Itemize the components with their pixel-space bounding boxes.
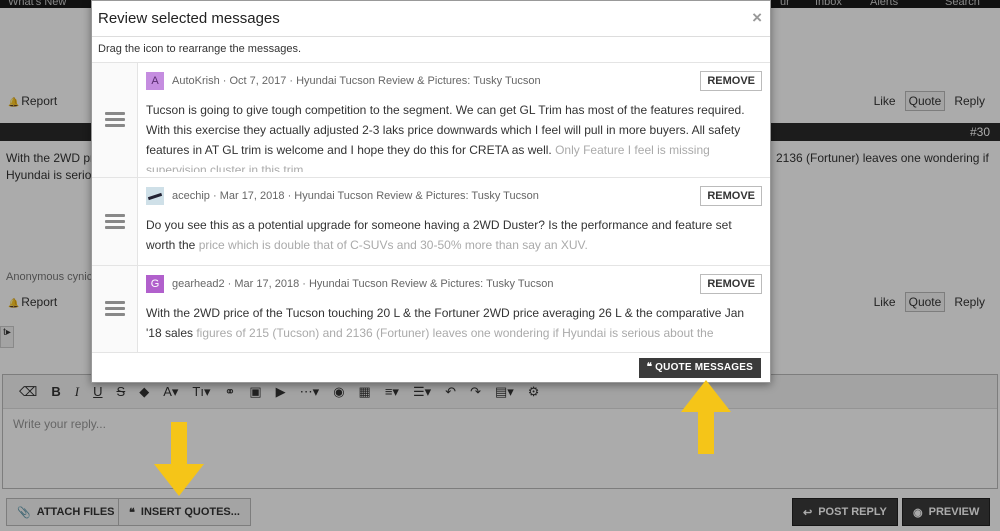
message-body: With the 2WD price of the Tucson touchin…: [146, 303, 758, 347]
message-body: Do you see this as a potential upgrade f…: [146, 215, 758, 259]
down-arrow-icon: [154, 422, 204, 496]
message-meta: acechip · Mar 17, 2018 · Hyundai Tucson …: [146, 186, 539, 206]
modal-header: Review selected messages ×: [92, 1, 770, 37]
remove-button[interactable]: REMOVE: [700, 186, 762, 206]
avatar[interactable]: A: [146, 72, 164, 90]
remove-button[interactable]: REMOVE: [700, 71, 762, 91]
drag-handle-icon: [105, 301, 125, 317]
drag-handle-icon: [105, 112, 125, 128]
message-meta: A AutoKrish · Oct 7, 2017 · Hyundai Tucs…: [146, 71, 541, 91]
modal-hint: Drag the icon to rearrange the messages.: [92, 37, 770, 63]
quote-messages-button[interactable]: ❝ QUOTE MESSAGES: [638, 358, 761, 378]
message-meta-text[interactable]: AutoKrish · Oct 7, 2017 · Hyundai Tucson…: [172, 75, 541, 87]
modal-footer: ❝ QUOTE MESSAGES: [92, 353, 770, 383]
message-meta-text[interactable]: acechip · Mar 17, 2018 · Hyundai Tucson …: [172, 190, 539, 202]
quote-message: A AutoKrish · Oct 7, 2017 · Hyundai Tucs…: [92, 63, 770, 178]
drag-handle[interactable]: [92, 266, 138, 352]
message-meta-text[interactable]: gearhead2 · Mar 17, 2018 · Hyundai Tucso…: [172, 278, 554, 290]
modal-title: Review selected messages: [98, 10, 280, 27]
remove-button[interactable]: REMOVE: [700, 274, 762, 294]
avatar[interactable]: [146, 187, 164, 205]
drag-handle[interactable]: [92, 178, 138, 265]
quote-messages-label: QUOTE MESSAGES: [655, 362, 753, 373]
review-messages-modal: Review selected messages × Drag the icon…: [91, 0, 771, 383]
close-icon[interactable]: ×: [752, 8, 762, 28]
drag-handle[interactable]: [92, 63, 138, 177]
drag-handle-icon: [105, 213, 125, 230]
quote-message: G gearhead2 · Mar 17, 2018 · Hyundai Tuc…: [92, 266, 770, 353]
quote-icon: ❝: [646, 362, 656, 373]
message-text-faded: price which is double that of C-SUVs and…: [195, 238, 588, 252]
message-meta: G gearhead2 · Mar 17, 2018 · Hyundai Tuc…: [146, 274, 554, 294]
avatar[interactable]: G: [146, 275, 164, 293]
up-arrow-icon: [681, 380, 731, 454]
message-text-faded: figures of 215 (Tucson) and 2136 (Fortun…: [146, 326, 714, 347]
message-body: Tucson is going to give tough competitio…: [146, 100, 758, 172]
quote-message: acechip · Mar 17, 2018 · Hyundai Tucson …: [92, 178, 770, 266]
